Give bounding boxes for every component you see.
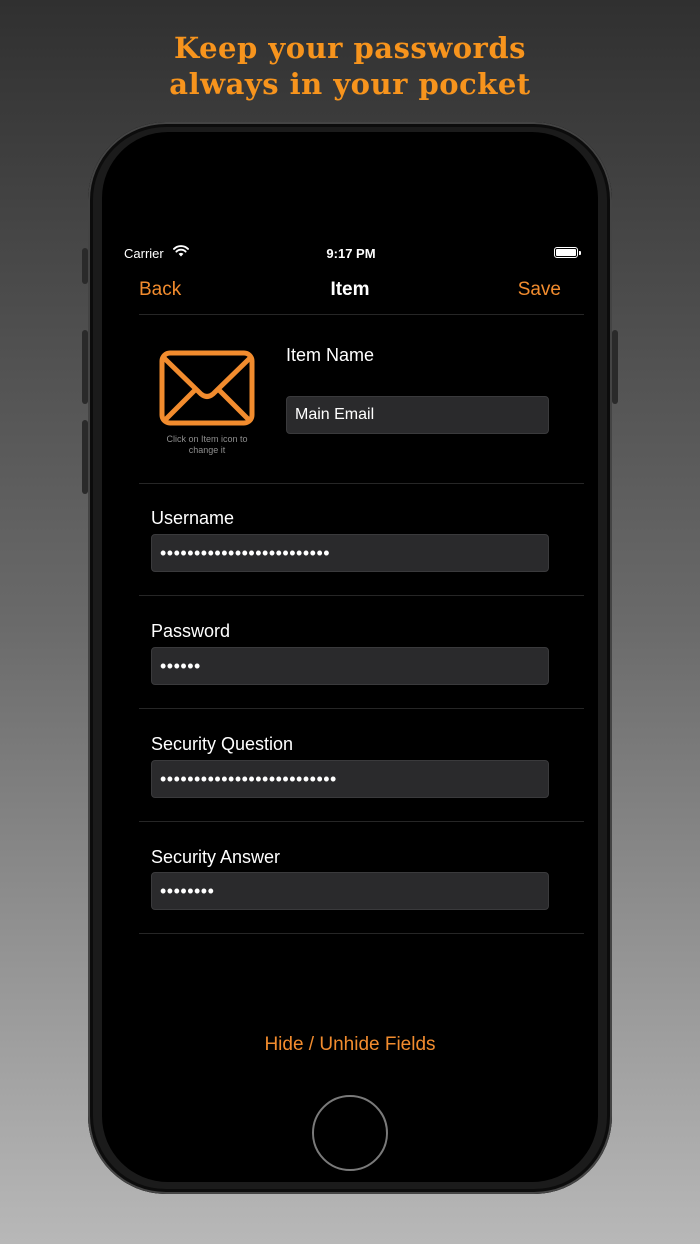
divider [139,595,584,596]
password-label: Password [151,621,231,641]
clock: 9:17 PM [326,246,376,261]
item-name-label: Item Name [286,345,375,365]
power-button [612,330,618,404]
security-question-field[interactable]: •••••••••••••••••••••••••• [151,760,549,798]
volume-up-button [82,330,88,404]
save-button[interactable]: Save [518,279,561,301]
envelope-icon[interactable] [159,350,255,428]
battery-icon [554,247,581,258]
divider [139,483,584,484]
security-question-label: Security Question [151,734,294,754]
divider [139,933,584,934]
status-bar: Carrier 9:17 PM [124,244,581,264]
promo-line-2: always in your pocket [169,67,531,101]
promo-line-1: Keep your passwords [174,31,526,65]
navigation-bar: Back Item Save [139,276,561,306]
username-field[interactable]: ••••••••••••••••••••••••• [151,534,549,572]
page-title: Item [330,279,370,300]
mute-switch [82,248,88,284]
promo-headline: Keep your passwords always in your pocke… [0,30,700,102]
divider [139,314,584,315]
icon-hint-text: Click on Item icon to change it [166,434,248,455]
hide-unhide-fields-button[interactable]: Hide / Unhide Fields [102,1034,598,1056]
username-label: Username [151,508,235,528]
divider [139,708,584,709]
divider [139,821,584,822]
item-name-field[interactable]: Main Email [286,396,549,434]
security-answer-label: Security Answer [151,847,281,867]
password-field[interactable]: •••••• [151,647,549,685]
home-button[interactable] [312,1095,388,1171]
security-answer-field[interactable]: •••••••• [151,872,549,910]
volume-down-button [82,420,88,494]
